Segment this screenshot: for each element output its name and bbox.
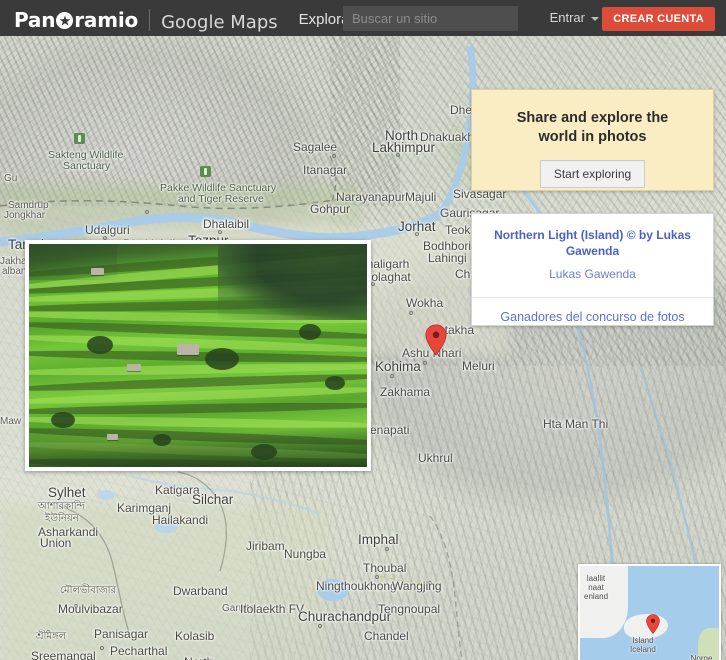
- signin-label: Entrar: [549, 10, 585, 25]
- map-vegetation-3: [0, 506, 330, 660]
- map-pin-icon: [646, 614, 660, 634]
- panoramio-logo[interactable]: Pan ramio Google Maps: [14, 5, 278, 33]
- panoramio-page: Pan ramio Google Maps Explorar Entrar CR…: [0, 0, 726, 660]
- logo-text-post: ramio: [74, 7, 139, 32]
- promo-title: Share and explore the world in photos: [516, 110, 669, 145]
- photo-title-link[interactable]: Northern Light (Island) © by Lukas Gawen…: [472, 214, 713, 259]
- photo-thumbnail[interactable]: [25, 240, 371, 471]
- map-canvas[interactable]: Sakteng Wildlife Sanctuary Pakke Wildlife …: [0, 36, 726, 660]
- product-name: Google Maps: [161, 11, 278, 33]
- promo-card: Share and explore the world in photos St…: [471, 89, 714, 191]
- photo-hut: [177, 344, 199, 355]
- start-exploring-button[interactable]: Start exploring: [539, 160, 646, 189]
- logo-divider: [149, 8, 151, 31]
- chevron-down-icon: [591, 16, 599, 21]
- photo-hut: [127, 364, 141, 371]
- photo-forest-area: [29, 426, 367, 467]
- map-pin-icon[interactable]: [425, 324, 447, 356]
- photo-hut: [91, 268, 104, 275]
- minimap-greenland: [580, 566, 628, 638]
- create-account-button[interactable]: CREAR CUENTA: [602, 7, 715, 31]
- logo-text-pre: Pan: [14, 7, 56, 32]
- minimap-scandinavia: [698, 628, 719, 660]
- rice-terraces-photo: [29, 244, 367, 467]
- photo-forest-area: [218, 244, 367, 320]
- photo-hut: [107, 434, 118, 440]
- logo-text: Pan ramio: [14, 10, 138, 30]
- photo-contest-winners-link[interactable]: Ganadores del concurso de fotos: [472, 298, 713, 324]
- star-in-circle-icon: [56, 12, 74, 29]
- photo-author-link[interactable]: Lukas Gawenda: [472, 259, 713, 281]
- search-input[interactable]: [343, 6, 518, 31]
- photo-info-card: Northern Light (Island) © by Lukas Gawen…: [471, 213, 714, 326]
- overview-minimap[interactable]: laallitnaatenlandIslandIcelandNorgeNorwa…: [578, 564, 721, 660]
- top-navigation-bar: Pan ramio Google Maps Explorar Entrar CR…: [0, 0, 726, 36]
- signin-menu[interactable]: Entrar: [550, 10, 599, 25]
